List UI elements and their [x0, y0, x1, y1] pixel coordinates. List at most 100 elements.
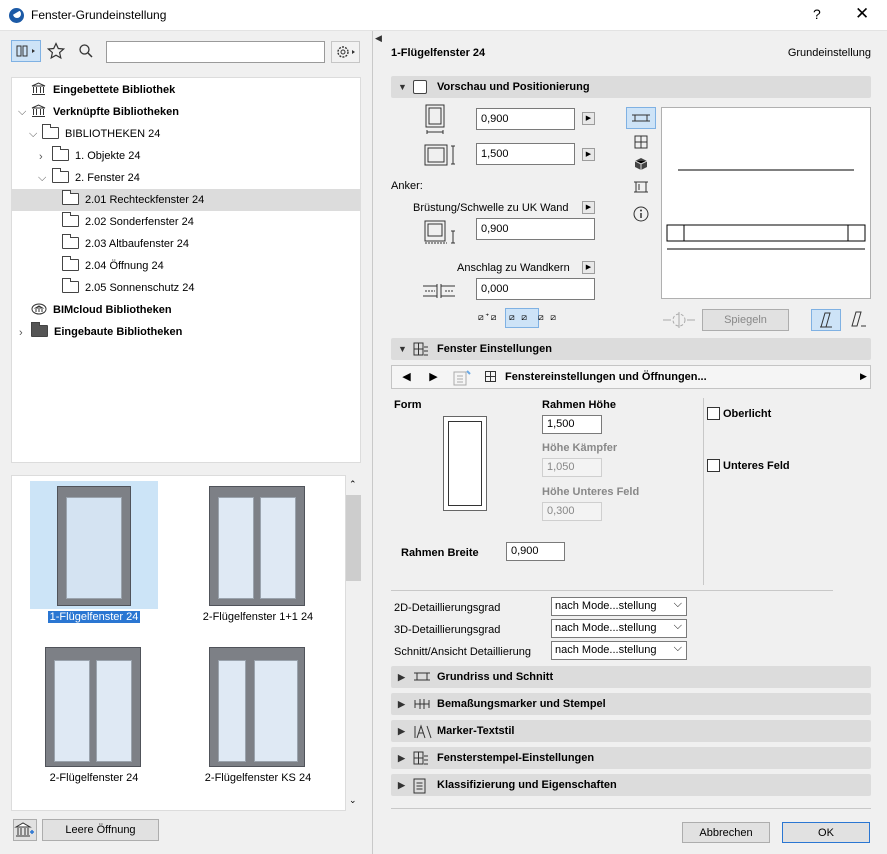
favorites-star-icon[interactable] — [46, 42, 66, 60]
chevron-right-icon[interactable]: › — [19, 327, 23, 339]
folder-icon — [42, 124, 59, 139]
window-thumbnail — [57, 486, 131, 606]
detail-3d-select[interactable]: nach Mode...stellung — [551, 618, 687, 638]
library-manager-button[interactable] — [13, 819, 37, 841]
folder-icon — [62, 256, 79, 271]
anchor-option-1-icon[interactable]: ⧄⁺⧄ — [478, 312, 499, 323]
section-dimension-markers[interactable]: ▶ Bemaßungsmarker und Stempel — [391, 693, 871, 715]
collapse-arrow-icon: ▼ — [398, 82, 407, 92]
chevron-down-icon[interactable]: ⌵ — [29, 128, 37, 141]
scrollbar-thumb[interactable] — [346, 495, 361, 581]
frame-height-input[interactable]: 1,500 — [542, 415, 602, 434]
width-arrow-button[interactable]: ▶ — [582, 112, 595, 125]
section-marker-text-style[interactable]: ▶ Marker-Textstil — [391, 720, 871, 742]
previous-page-button[interactable]: ◀ — [396, 367, 417, 387]
section-preview-positioning[interactable]: ▼ Vorschau und Positionierung — [391, 76, 871, 98]
close-button[interactable]: ✕ — [855, 4, 869, 24]
library-view-button[interactable] — [11, 40, 41, 62]
tree-item-fenster[interactable]: 2. Fenster 24 — [52, 167, 140, 189]
window-thumbnail[interactable] — [209, 647, 305, 767]
expand-arrow-icon: ▶ — [398, 726, 405, 736]
favorite-page-icon[interactable] — [452, 369, 472, 387]
preview-canvas — [661, 107, 871, 299]
height-arrow-button[interactable]: ▶ — [582, 148, 595, 161]
reveal-arrow-button[interactable]: ▶ — [582, 261, 595, 274]
panel-divider[interactable] — [372, 31, 373, 854]
scroll-up-icon[interactable]: ⌃ — [349, 479, 357, 490]
chevron-down-icon[interactable]: ⌵ — [18, 106, 26, 119]
chevron-down-icon[interactable]: ⌵ — [38, 172, 46, 185]
tree-item-bimcloud[interactable]: BIMcloud Bibliotheken — [31, 299, 172, 321]
help-button[interactable]: ? — [813, 6, 821, 22]
window-thumbnail[interactable] — [45, 647, 141, 767]
sill-input[interactable]: 0,900 — [476, 218, 595, 240]
page-selector-label[interactable]: Fenstereinstellungen und Öffnungen... — [505, 371, 707, 383]
scroll-down-icon[interactable]: ⌄ — [349, 795, 357, 806]
cancel-button[interactable]: Abbrechen — [682, 822, 770, 843]
lower-field-height-input[interactable]: 0,300 — [542, 502, 602, 521]
height-icon — [424, 144, 455, 166]
section-floor-plan-and-section[interactable]: ▶ Grundriss und Schnitt — [391, 666, 871, 688]
chevron-right-icon[interactable]: › — [39, 151, 43, 163]
tree-item-rechteckfenster[interactable]: 2.01 Rechteckfenster 24 — [12, 189, 360, 211]
preview-label: 2-Flügelfenster 24 — [49, 772, 139, 784]
tree-item-oeffnung[interactable]: 2.04 Öffnung 24 — [62, 255, 164, 277]
tree-item-embedded-library[interactable]: Eingebettete Bibliothek — [31, 79, 175, 101]
tree-item-linked-libraries[interactable]: Verknüpfte Bibliotheken — [31, 101, 179, 123]
app-logo-icon — [9, 8, 24, 23]
element-name: 1-Flügelfenster 24 — [391, 47, 486, 59]
section-classification-properties[interactable]: ▶ Klassifizierung und Eigenschaften — [391, 774, 871, 796]
tree-item-sonnenschutz[interactable]: 2.05 Sonnenschutz 24 — [62, 277, 194, 299]
tree-item-objekte[interactable]: 1. Objekte 24 — [52, 145, 140, 167]
section-window-settings[interactable]: ▼ Fenster Einstellungen — [391, 338, 871, 360]
section-window-stamp-settings[interactable]: ▶ Fensterstempel-Einstellungen — [391, 747, 871, 769]
search-icon[interactable] — [78, 43, 94, 59]
transom-height-label: Höhe Kämpfer — [542, 442, 618, 454]
opening-side-button-2[interactable] — [843, 309, 873, 331]
folder-icon — [62, 190, 79, 205]
3d-view-icon[interactable] — [634, 157, 648, 171]
reveal-input[interactable]: 0,000 — [476, 278, 595, 300]
preview-label: 1-Flügelfenster 24 — [47, 611, 141, 623]
tree-item-altbaufenster[interactable]: 2.03 Altbaufenster 24 — [62, 233, 189, 255]
preview-scrollbar[interactable]: ⌃ ⌄ — [346, 475, 361, 811]
folder-icon — [62, 278, 79, 293]
preview-gallery: 1-Flügelfenster 24 2-Flügelfenster 1+1 2… — [11, 475, 346, 811]
skylight-checkbox[interactable] — [707, 407, 720, 420]
anchor-option-3-icon[interactable]: ⧄ ⧄ — [538, 312, 558, 323]
frame-shape — [448, 421, 482, 506]
sill-height-icon — [424, 220, 455, 244]
empty-opening-button[interactable]: Leere Öffnung — [42, 819, 159, 841]
footer-separator — [391, 808, 871, 809]
elevation-view-icon[interactable] — [634, 135, 648, 149]
title-bar: Fenster-Grundeinstellung ? ✕ — [0, 0, 887, 31]
tree-item-builtin[interactable]: Eingebaute Bibliotheken — [31, 321, 182, 343]
opening-side-button-1[interactable] — [811, 309, 841, 331]
detail-2d-select[interactable]: nach Mode...stellung — [551, 596, 687, 616]
detail-2d-label: 2D-Detaillierungsgrad — [394, 602, 501, 614]
lower-field-checkbox[interactable] — [707, 459, 720, 472]
detail-section-select[interactable]: nach Mode...stellung — [551, 640, 687, 660]
gear-icon — [337, 46, 355, 58]
window-plan-drawing — [666, 169, 866, 250]
library-settings-button[interactable] — [331, 41, 360, 63]
search-input[interactable] — [106, 41, 325, 63]
height-input[interactable]: 1,500 — [476, 143, 575, 165]
settings-mode: Grundeinstellung — [787, 47, 871, 59]
transom-height-input[interactable]: 1,050 — [542, 458, 602, 477]
page-dropdown-icon[interactable]: ▶ — [860, 371, 867, 382]
info-icon[interactable] — [633, 206, 649, 222]
floor-plan-view-button[interactable] — [626, 107, 656, 129]
tree-item-sonderfenster[interactable]: 2.02 Sonderfenster 24 — [62, 211, 194, 233]
mirror-button[interactable]: Spiegeln — [702, 309, 789, 331]
section-view-icon[interactable] — [633, 180, 649, 194]
next-page-button[interactable]: ▶ — [423, 367, 444, 387]
window-thumbnail[interactable] — [209, 486, 305, 606]
tree-item-bibliotheken[interactable]: BIBLIOTHEKEN 24 — [42, 123, 160, 145]
collapse-panel-icon[interactable]: ◀ — [375, 33, 382, 44]
ok-button[interactable]: OK — [782, 822, 870, 843]
frame-height-label: Rahmen Höhe — [542, 399, 616, 411]
sill-arrow-button[interactable]: ▶ — [582, 201, 595, 214]
frame-width-input[interactable]: 0,900 — [506, 542, 565, 561]
width-input[interactable]: 0,900 — [476, 108, 575, 130]
